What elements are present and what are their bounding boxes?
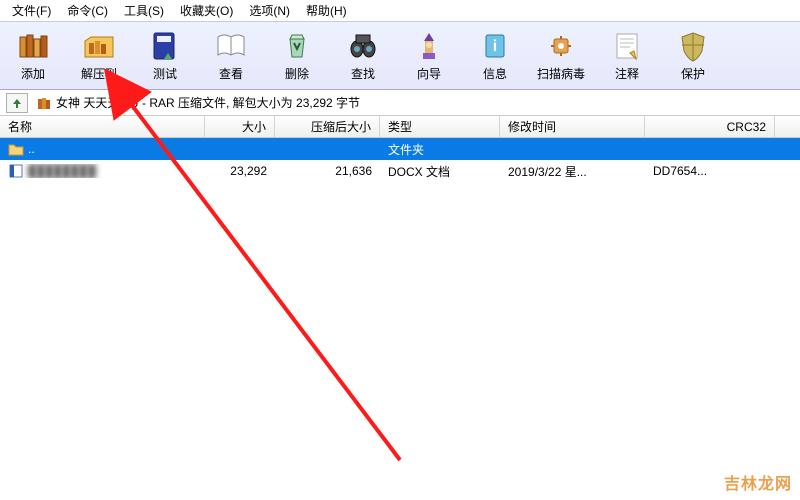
delete-label: 删除 — [285, 65, 309, 82]
docx-icon — [8, 164, 24, 178]
file-list: .. 文件夹 ████████ 23,292 21,636 DOCX 文档 20… — [0, 138, 800, 500]
shield-icon — [676, 29, 710, 63]
menu-help[interactable]: 帮助(H) — [298, 0, 355, 21]
file-row[interactable]: ████████ 23,292 21,636 DOCX 文档 2019/3/22… — [0, 160, 800, 182]
extract-to-label: 解压到 — [81, 65, 117, 82]
menu-options[interactable]: 选项(N) — [241, 0, 298, 21]
file-size: 23,292 — [205, 164, 275, 178]
archive-icon — [36, 95, 52, 111]
wizard-icon — [412, 29, 446, 63]
folder-icon — [8, 142, 24, 156]
parent-dir-name: .. — [28, 142, 35, 156]
view-button[interactable]: 查看 — [198, 24, 264, 88]
nav-row: 女神 天天天.zip - RAR 压缩文件, 解包大小为 23,292 字节 — [0, 90, 800, 116]
view-label: 查看 — [219, 65, 243, 82]
protect-button[interactable]: 保护 — [660, 24, 726, 88]
watermark: 吉林龙网 — [724, 470, 792, 494]
recycle-icon — [280, 29, 314, 63]
col-crc[interactable]: CRC32 — [645, 116, 775, 137]
menu-file[interactable]: 文件(F) — [4, 0, 59, 21]
wizard-button[interactable]: 向导 — [396, 24, 462, 88]
archive-desc: - RAR 压缩文件, 解包大小为 23,292 字节 — [142, 94, 360, 111]
virusscan-icon — [544, 29, 578, 63]
binoculars-icon — [346, 29, 380, 63]
comment-button[interactable]: 注释 — [594, 24, 660, 88]
archive-name: 女神 天天天.zip — [56, 94, 138, 111]
open-book-icon — [214, 29, 248, 63]
file-type: DOCX 文档 — [380, 163, 500, 180]
virusscan-label: 扫描病毒 — [537, 65, 585, 82]
archive-path[interactable]: 女神 天天天.zip - RAR 压缩文件, 解包大小为 23,292 字节 — [36, 94, 360, 111]
folder-books-icon — [82, 29, 116, 63]
wizard-label: 向导 — [417, 65, 441, 82]
comment-label: 注释 — [615, 65, 639, 82]
comment-icon — [610, 29, 644, 63]
info-label: 信息 — [483, 65, 507, 82]
file-packed: 21,636 — [275, 164, 380, 178]
menu-tools[interactable]: 工具(S) — [116, 0, 172, 21]
parent-dir-type: 文件夹 — [380, 141, 500, 158]
col-name[interactable]: 名称 — [0, 116, 205, 137]
info-button[interactable]: i 信息 — [462, 24, 528, 88]
up-arrow-icon — [10, 96, 24, 110]
test-label: 测试 — [153, 65, 177, 82]
test-button[interactable]: 测试 — [132, 24, 198, 88]
menu-bar: 文件(F) 命令(C) 工具(S) 收藏夹(O) 选项(N) 帮助(H) — [0, 0, 800, 22]
parent-dir-row[interactable]: .. 文件夹 — [0, 138, 800, 160]
menu-command[interactable]: 命令(C) — [59, 0, 116, 21]
add-label: 添加 — [21, 65, 45, 82]
column-header: 名称 大小 压缩后大小 类型 修改时间 CRC32 — [0, 116, 800, 138]
virusscan-button[interactable]: 扫描病毒 — [528, 24, 594, 88]
find-label: 查找 — [351, 65, 375, 82]
books-icon — [16, 29, 50, 63]
svg-text:i: i — [493, 38, 497, 55]
file-modified: 2019/3/22 星... — [500, 163, 645, 180]
col-modified[interactable]: 修改时间 — [500, 116, 645, 137]
toolbar: 添加 解压到 测试 查看 删除 查找 向导 i 信息 — [0, 22, 800, 90]
notebook-arrow-icon — [148, 29, 182, 63]
find-button[interactable]: 查找 — [330, 24, 396, 88]
col-size[interactable]: 大小 — [205, 116, 275, 137]
file-name: ████████ — [28, 164, 96, 178]
col-type[interactable]: 类型 — [380, 116, 500, 137]
info-icon: i — [478, 29, 512, 63]
add-button[interactable]: 添加 — [0, 24, 66, 88]
delete-button[interactable]: 删除 — [264, 24, 330, 88]
extract-to-button[interactable]: 解压到 — [66, 24, 132, 88]
file-crc: DD7654... — [645, 164, 775, 178]
menu-favorites[interactable]: 收藏夹(O) — [172, 0, 241, 21]
protect-label: 保护 — [681, 65, 705, 82]
up-button[interactable] — [6, 93, 28, 113]
col-packed[interactable]: 压缩后大小 — [275, 116, 380, 137]
